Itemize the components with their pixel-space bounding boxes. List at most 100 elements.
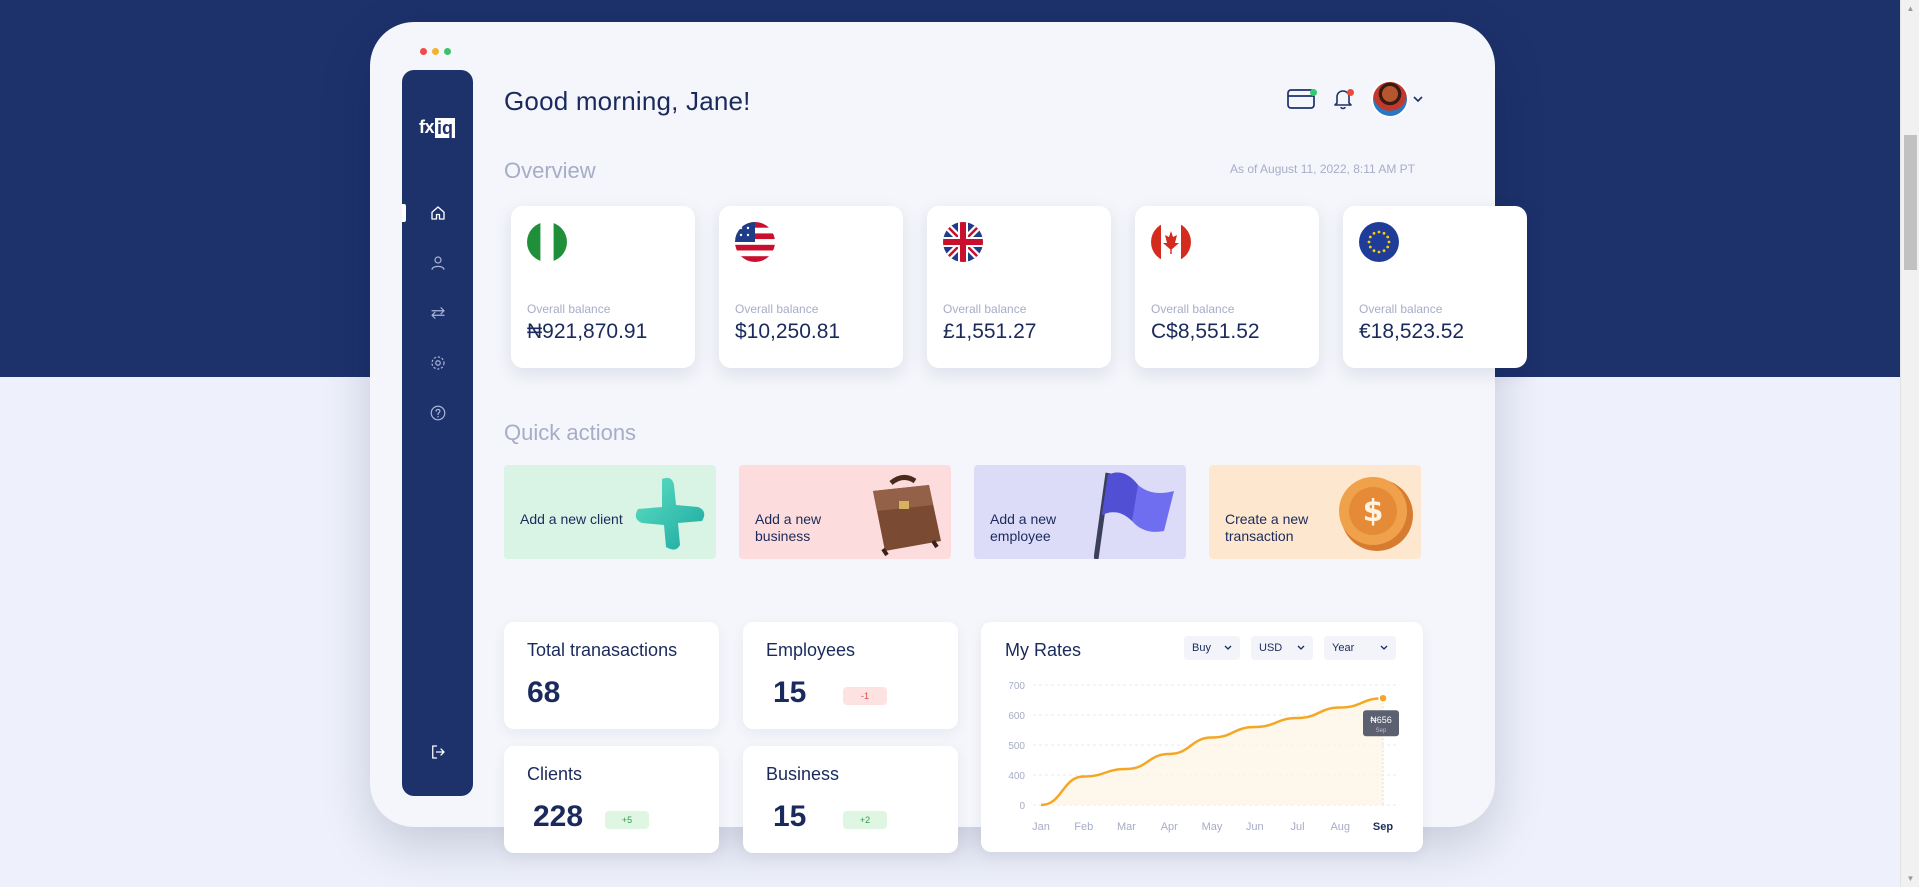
flag-icon xyxy=(1094,472,1174,559)
uk-flag-icon xyxy=(943,222,983,262)
tooltip-sub: Sep xyxy=(1376,728,1387,734)
rates-title: My Rates xyxy=(1005,640,1082,660)
stat-value: 228 xyxy=(533,800,584,833)
balance-label: Overall balance xyxy=(735,302,819,316)
notifications-button[interactable] xyxy=(1327,83,1359,115)
x-tick-label: Jan xyxy=(1032,821,1050,833)
card-button[interactable] xyxy=(1285,83,1317,115)
y-tick-label: 400 xyxy=(1008,771,1025,782)
x-tick-label: Apr xyxy=(1161,821,1178,833)
header-actions xyxy=(1285,80,1423,118)
stat-title: Business xyxy=(766,764,840,784)
plus-icon xyxy=(635,477,705,550)
employees-card[interactable]: Employees 15 -1 xyxy=(743,622,958,729)
scroll-up-arrow-icon[interactable]: ▲ xyxy=(1901,0,1919,17)
select-value: USD xyxy=(1259,642,1283,654)
logout-icon xyxy=(431,745,445,759)
coin-icon: $ xyxy=(1339,477,1413,551)
balance-card-cad[interactable]: Overall balance C$8,551.52 xyxy=(1135,206,1319,368)
sidebar-item-users[interactable] xyxy=(402,248,473,278)
status-badge: -1 xyxy=(843,687,887,705)
sidebar-item-home[interactable] xyxy=(402,198,473,228)
total-transactions-card[interactable]: Total tranasactions 68 xyxy=(504,622,719,729)
chevron-down-icon xyxy=(1297,645,1305,650)
nigeria-flag-icon xyxy=(527,222,567,262)
action-label: Add a new client xyxy=(520,511,623,527)
balance-card-gbp[interactable]: Overall balance £1,551.27 xyxy=(927,206,1111,368)
balance-label: Overall balance xyxy=(943,302,1027,316)
home-icon xyxy=(430,206,445,220)
logo-iq-text: iq xyxy=(435,117,456,138)
stat-title: Total tranasactions xyxy=(527,640,678,660)
balance-card-ngn[interactable]: Overall balance ₦921,870.91 xyxy=(511,206,695,368)
minimize-window-dot[interactable] xyxy=(432,48,439,55)
browser-scrollbar[interactable]: ▲ ▼ xyxy=(1900,0,1919,887)
y-tick-label: 500 xyxy=(1008,741,1025,752)
gear-icon xyxy=(430,356,445,370)
balance-value: C$8,551.52 xyxy=(1151,320,1260,343)
sidebar-item-settings[interactable] xyxy=(402,348,473,378)
my-rates-card: My Rates Buy USD Year 700 600 500 400 0 ₦656 S… xyxy=(981,622,1423,852)
x-tick-label: Jul xyxy=(1290,821,1304,833)
balance-value: £1,551.27 xyxy=(943,320,1037,343)
stat-title: Clients xyxy=(527,764,583,784)
greeting-title: Good morning, Jane! xyxy=(504,86,751,116)
fxiq-logo[interactable]: fx iq xyxy=(419,117,456,138)
maximize-window-dot[interactable] xyxy=(444,48,451,55)
as-of-timestamp: As of August 11, 2022, 8:11 AM PT xyxy=(1230,162,1416,176)
notification-dot xyxy=(1347,89,1354,96)
balance-card-usd[interactable]: Overall balance $10,250.81 xyxy=(719,206,903,368)
svg-text:$: $ xyxy=(1363,494,1384,529)
stat-value: 15 xyxy=(773,676,807,709)
balance-value: $10,250.81 xyxy=(735,320,841,343)
scroll-down-arrow-icon[interactable]: ▼ xyxy=(1901,870,1919,887)
sidebar-item-help[interactable] xyxy=(402,398,473,428)
rates-line-chart[interactable]: 700 600 500 400 0 ₦656 Sep Jan Feb Mar Apr May Jun Ju… xyxy=(981,672,1423,852)
card-status-dot xyxy=(1310,89,1317,96)
sidebar-item-transfers[interactable] xyxy=(402,298,473,328)
sidebar: fx iq xyxy=(402,70,473,796)
status-badge: +5 xyxy=(605,811,649,829)
stat-value: 15 xyxy=(773,800,807,833)
balance-value: ₦921,870.91 xyxy=(527,320,648,343)
add-employee-button[interactable]: Add a new employee xyxy=(974,465,1186,559)
window-controls xyxy=(420,48,451,55)
series-area xyxy=(1041,698,1383,805)
x-tick-label: Feb xyxy=(1074,821,1093,833)
y-tick-label: 700 xyxy=(1008,681,1025,692)
x-tick-label: Sep xyxy=(1373,821,1393,833)
logo-fx-text: fx xyxy=(419,117,435,137)
avatar[interactable] xyxy=(1371,80,1409,118)
us-flag-icon xyxy=(735,222,775,262)
balance-value: €18,523.52 xyxy=(1359,320,1465,343)
scroll-thumb[interactable] xyxy=(1904,135,1917,270)
create-transaction-button[interactable]: Create a new transaction $ xyxy=(1209,465,1421,559)
period-select[interactable]: Year xyxy=(1324,636,1396,660)
chevron-down-icon xyxy=(1380,645,1388,650)
currency-select[interactable]: USD xyxy=(1251,636,1313,660)
chevron-down-icon[interactable] xyxy=(1413,95,1423,103)
balance-card-eur[interactable]: Overall balance €18,523.52 xyxy=(1343,206,1527,368)
x-tick-label: Aug xyxy=(1330,821,1350,833)
balance-label: Overall balance xyxy=(1151,302,1235,316)
x-tick-label: Jun xyxy=(1246,821,1264,833)
add-business-button[interactable]: Add a new business xyxy=(739,465,951,559)
quick-actions-title: Quick actions xyxy=(504,420,637,445)
sidebar-item-logout[interactable] xyxy=(402,737,473,767)
business-card[interactable]: Business 15 +2 xyxy=(743,746,958,853)
canada-flag-icon xyxy=(1151,222,1191,262)
action-label: Create a new transaction xyxy=(1225,511,1309,544)
clients-card[interactable]: Clients 228 +5 xyxy=(504,746,719,853)
x-tick-label: Mar xyxy=(1117,821,1136,833)
buy-sell-select[interactable]: Buy xyxy=(1184,636,1240,660)
select-value: Buy xyxy=(1192,642,1211,654)
overview-title: Overview xyxy=(504,158,596,183)
help-icon xyxy=(430,405,445,421)
tooltip-value: ₦656 xyxy=(1370,715,1392,725)
add-client-button[interactable]: Add a new client xyxy=(504,465,716,559)
y-tick-label: 0 xyxy=(1019,801,1025,812)
chevron-down-icon xyxy=(1224,645,1232,650)
close-window-dot[interactable] xyxy=(420,48,427,55)
app-window: fx iq Good morning, Jane! Overview As of… xyxy=(370,22,1527,853)
action-label: Add a new business xyxy=(755,511,822,544)
